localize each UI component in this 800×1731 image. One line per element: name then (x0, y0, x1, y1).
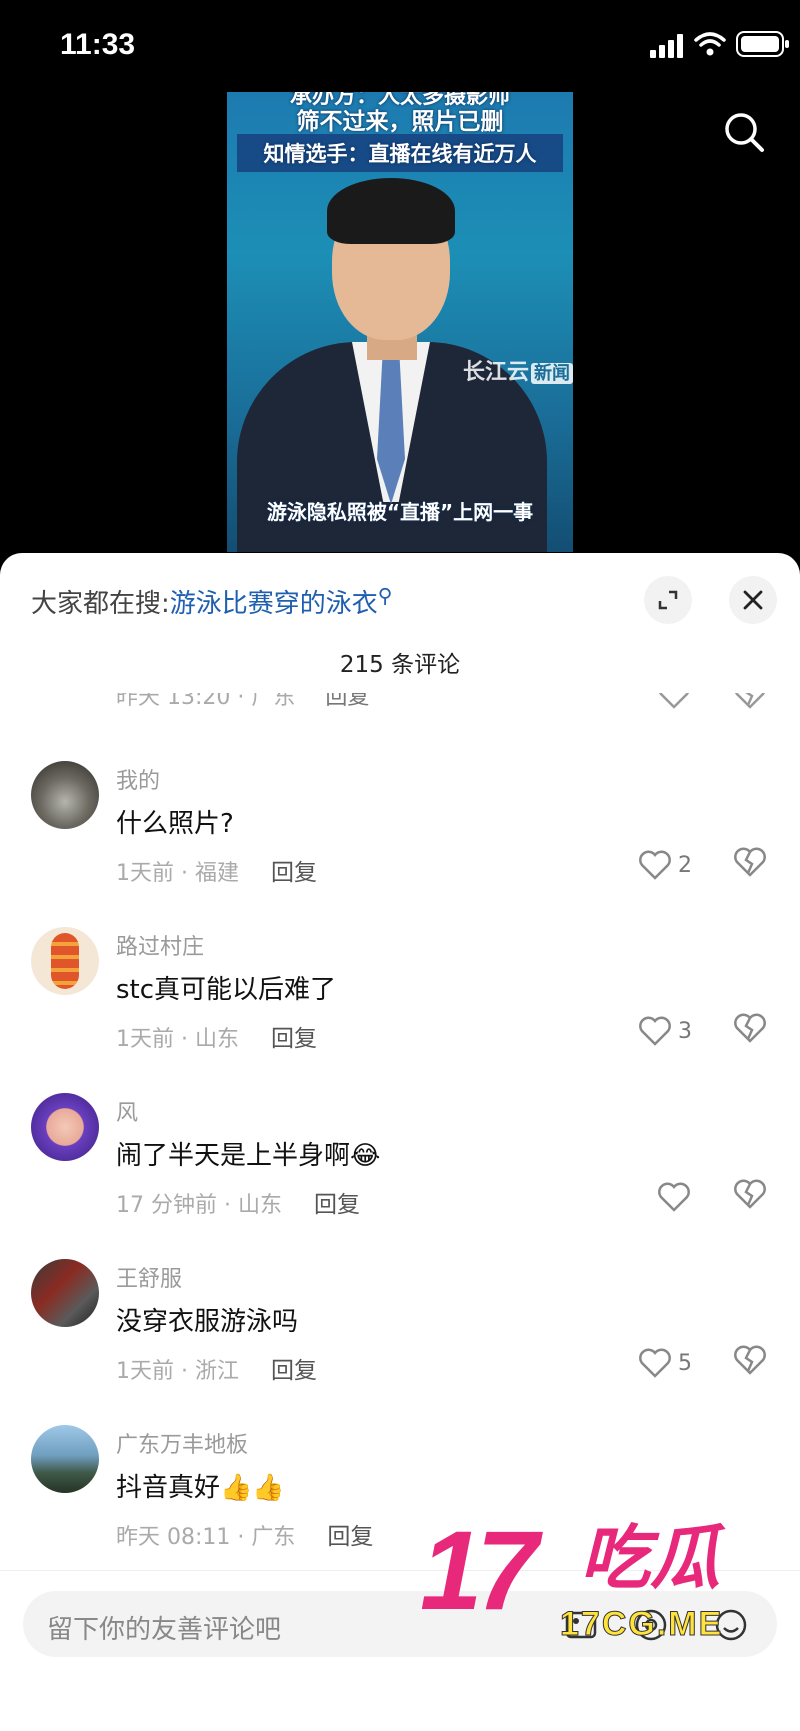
comment-text: 没穿衣服游泳吗 (116, 1307, 299, 1337)
status-bar: 11:33 (0, 0, 800, 92)
comment-time: 1天前 (116, 1359, 174, 1384)
reply-button[interactable]: 回复 (271, 1358, 317, 1384)
dislike-icon[interactable] (733, 1177, 767, 1211)
trending-search[interactable]: 大家都在搜:游泳比赛穿的泳衣⚲ (31, 583, 392, 620)
comment-location: 山东 (237, 1193, 282, 1218)
video-logo-text: 长江云 (462, 360, 529, 385)
reply-button[interactable]: 回复 (327, 1524, 373, 1550)
comment-meta: 昨天 08:11 · 广东 回复 (116, 1524, 374, 1550)
expand-icon (658, 590, 678, 610)
video-caption-line2: 筛不过来，照片已删 (296, 109, 504, 135)
expand-button[interactable] (644, 576, 692, 624)
comment-location: 浙江 (194, 1359, 239, 1384)
comment-meta: 1天前 · 福建 回复 (116, 860, 317, 886)
comment-time: 1天前 (116, 861, 174, 886)
video-caption-bottom: 游泳隐私照被“直播”上网一事 (266, 500, 534, 524)
like-count: 5 (678, 1350, 692, 1376)
trending-prefix: 大家都在搜: (31, 589, 170, 619)
comment-meta: 1天前 · 浙江 回复 (116, 1358, 317, 1384)
comment-username[interactable]: 广东万丰地板 (116, 1427, 248, 1459)
trending-term[interactable]: 游泳比赛穿的泳衣 (170, 589, 378, 619)
cutoff-dislike-icon[interactable] (733, 693, 767, 709)
comment-text: 什么照片? (116, 809, 234, 839)
cutoff-meta: 昨天 13:20 · 广东 (116, 693, 296, 710)
wifi-icon (694, 32, 726, 56)
cutoff-comment-meta: 昨天 13:20 · 广东 回复 (0, 693, 800, 715)
comment-time: 昨天 08:11 (116, 1525, 231, 1550)
watermark-name: 吃瓜 (580, 1517, 720, 1599)
avatar[interactable] (31, 761, 99, 829)
like-button[interactable]: 5 (638, 1343, 692, 1383)
like-button[interactable] (657, 1177, 697, 1217)
like-button[interactable]: 3 (638, 1011, 692, 1051)
like-button[interactable]: 2 (638, 845, 692, 885)
comment-text: 闹了半天是上半身啊😂 (116, 1141, 381, 1171)
like-count: 2 (678, 852, 692, 878)
status-time: 11:33 (60, 28, 136, 61)
comment-item: 王舒服 没穿衣服游泳吗 1天前 · 浙江 回复 5 (0, 1259, 800, 1425)
avatar[interactable] (31, 1425, 99, 1493)
cutoff-like-icon[interactable] (657, 693, 691, 709)
comment-text: stc真可能以后难了 (116, 975, 337, 1005)
comment-meta: 1天前 · 山东 回复 (116, 1026, 317, 1052)
avatar[interactable] (31, 927, 99, 995)
search-icon[interactable] (722, 110, 766, 154)
close-button[interactable] (729, 576, 777, 624)
comment-username[interactable]: 王舒服 (116, 1261, 182, 1293)
avatar[interactable] (31, 1093, 99, 1161)
video-logo-badge: 新闻 (531, 363, 573, 384)
battery-icon (736, 31, 789, 57)
signal-icon (650, 34, 683, 58)
heart-icon (639, 1348, 671, 1378)
avatar[interactable] (31, 1259, 99, 1327)
watermark-logo: 17 吃瓜 17CG.ME (420, 1515, 780, 1645)
comment-location: 广东 (251, 1525, 296, 1550)
like-count: 3 (678, 1018, 692, 1044)
comment-count: 215 条评论 (339, 652, 461, 678)
comment-item: 路过村庄 stc真可能以后难了 1天前 · 山东 回复 3 (0, 927, 800, 1093)
comment-time: 17 分钟前 (116, 1193, 217, 1218)
comment-location: 福建 (194, 861, 239, 886)
anchor-hair (327, 178, 455, 244)
close-icon (743, 590, 763, 610)
comment-username[interactable]: 路过村庄 (116, 929, 204, 961)
dislike-icon[interactable] (733, 845, 767, 879)
comment-time: 1天前 (116, 1027, 174, 1052)
watermark-number: 17 (420, 1508, 539, 1633)
trending-search-icon: ⚲ (377, 583, 393, 608)
cutoff-reply[interactable]: 回复 (325, 693, 369, 710)
heart-icon (639, 1016, 671, 1046)
reply-button[interactable]: 回复 (271, 860, 317, 886)
status-icons (620, 30, 800, 60)
comment-username[interactable]: 风 (116, 1095, 138, 1127)
heart-icon (658, 1182, 690, 1212)
comment-text: 抖音真好👍👍 (116, 1473, 285, 1503)
comment-item: 我的 什么照片? 1天前 · 福建 回复 2 (0, 761, 800, 927)
video-player[interactable]: 承办方：人太多摄影师 筛不过来，照片已删 知情选手：直播在线有近万人 长江云 新闻… (227, 92, 573, 552)
video-caption-band: 知情选手：直播在线有近万人 (237, 134, 563, 172)
reply-button[interactable]: 回复 (314, 1192, 360, 1218)
comment-username[interactable]: 我的 (116, 763, 160, 795)
comment-location: 山东 (194, 1027, 239, 1052)
comment-item: 风 闹了半天是上半身啊😂 17 分钟前 · 山东 回复 (0, 1093, 800, 1259)
video-logo: 长江云 新闻 (463, 354, 573, 386)
comment-input-placeholder: 留下你的友善评论吧 (47, 1615, 282, 1645)
reply-button[interactable]: 回复 (271, 1026, 317, 1052)
watermark-url: 17CG.ME (559, 1605, 724, 1644)
heart-icon (639, 850, 671, 880)
dislike-icon[interactable] (733, 1343, 767, 1377)
comment-meta: 17 分钟前 · 山东 回复 (116, 1192, 360, 1218)
dislike-icon[interactable] (733, 1011, 767, 1045)
